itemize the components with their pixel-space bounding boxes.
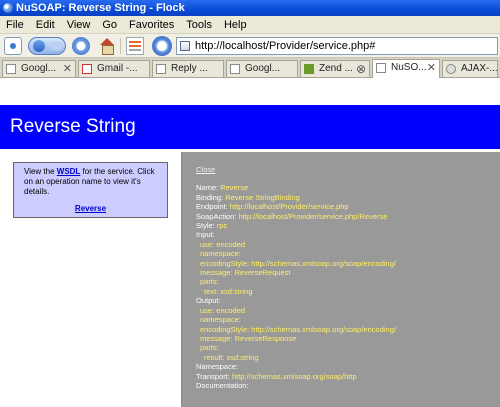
detail-soapaction: SoapAction: http://localhost/Provider/se… [196, 211, 388, 221]
operation-detail-panel: Close Name: Reverse Binding: Reverse Str… [181, 152, 500, 407]
detail-output-use: use: encoded [200, 305, 246, 315]
detail-output-encoding: encodingStyle: http://schemas.xmlsoap.or… [200, 324, 396, 334]
menu-file[interactable]: File [0, 16, 30, 34]
page-icon [446, 64, 456, 74]
page-icon [376, 63, 386, 73]
detail-documentation: Documentation: [196, 380, 249, 390]
tab-label: AJAX-... [461, 63, 498, 74]
detail-output-parts: parts: [200, 343, 219, 353]
tab-label: Googl... [245, 63, 281, 74]
menu-favorites[interactable]: Favorites [123, 16, 180, 34]
service-sidebar: View the WSDL for the service. Click on … [13, 162, 168, 218]
detail-output-namespace: namespace: [200, 315, 241, 325]
menu-view[interactable]: View [61, 16, 97, 34]
page-icon [156, 64, 166, 74]
zend-icon [304, 64, 314, 74]
wsdl-link[interactable]: WSDL [57, 167, 81, 176]
close-icon[interactable]: ✕ [63, 61, 72, 77]
detail-input-parts: parts: [200, 277, 219, 287]
address-bar[interactable]: http://localhost/Provider/service.php# [176, 37, 498, 55]
menu-edit[interactable]: Edit [30, 16, 61, 34]
detail-namespace: Namespace: [196, 362, 239, 372]
tab-reply[interactable]: Reply ... [152, 60, 224, 77]
navigation-toolbar: http://localhost/Provider/service.php# [0, 34, 500, 58]
menu-tools[interactable]: Tools [180, 16, 218, 34]
page-icon [230, 64, 240, 74]
tab-ajax[interactable]: AJAX-... [442, 60, 498, 77]
sidebar-text-before: View the [24, 167, 57, 176]
tab-zend[interactable]: Zend ... ⊗ [300, 60, 370, 77]
tab-label: Gmail -... [97, 63, 138, 74]
window-title: NuSOAP: Reverse String - Flock [16, 2, 185, 14]
page-icon [180, 41, 190, 51]
close-icon[interactable]: ⊗ [356, 61, 366, 77]
blog-editor-icon[interactable] [126, 37, 144, 55]
detail-input-encoding: encodingStyle: http://schemas.xmlsoap.or… [200, 258, 396, 268]
home-icon[interactable] [98, 37, 116, 55]
operation-reverse-link[interactable]: Reverse [24, 204, 157, 214]
page-icon [6, 64, 16, 74]
tab-bar: Googl... ✕ Gmail -... Reply ... Googl...… [0, 58, 500, 78]
detail-input-message: message: ReverseRequest [200, 268, 291, 278]
detail-input: Input: [196, 230, 215, 240]
tab-label: Googl... [21, 63, 57, 74]
detail-transport: Transport: http://schemas.xmlsoap.org/so… [196, 371, 357, 381]
close-link[interactable]: Close [196, 165, 486, 174]
page-content: Reverse String View the WSDL for the ser… [0, 79, 500, 407]
detail-endpoint: Endpoint: http://localhost/Provider/serv… [196, 202, 349, 212]
detail-input-part: text: xsd:string [204, 286, 253, 296]
tab-google-2[interactable]: Googl... [226, 60, 298, 77]
menu-help[interactable]: Help [218, 16, 253, 34]
flock-app-icon [3, 3, 13, 13]
detail-style: Style: rpc [196, 221, 228, 231]
menu-go[interactable]: Go [96, 16, 123, 34]
close-icon[interactable]: ✕ [427, 60, 436, 76]
detail-name: Name: Reverse [196, 183, 249, 193]
detail-input-namespace: namespace: [200, 249, 241, 259]
toolbar-separator [120, 38, 121, 54]
tab-gmail[interactable]: Gmail -... [78, 60, 150, 77]
tab-label: Zend ... [319, 63, 353, 74]
tab-nusoap[interactable]: NuSO... ✕ [372, 59, 440, 78]
address-url: http://localhost/Provider/service.php# [195, 40, 376, 52]
page-title: Reverse String [0, 105, 500, 149]
gmail-icon [82, 64, 92, 74]
reload-icon[interactable] [72, 37, 90, 55]
back-forward-icon[interactable] [28, 37, 66, 55]
star-favorite-icon[interactable] [152, 36, 172, 56]
tab-google-1[interactable]: Googl... ✕ [2, 60, 76, 77]
window-titlebar: NuSOAP: Reverse String - Flock [0, 0, 500, 16]
sidebar-toggle-icon[interactable] [4, 37, 22, 55]
detail-input-use: use: encoded [200, 239, 246, 249]
detail-output: Output: [196, 296, 221, 306]
detail-output-part: result: xsd:string [204, 352, 259, 362]
menu-bar: File Edit View Go Favorites Tools Help [0, 16, 500, 34]
tab-label: NuSO... [391, 62, 427, 73]
detail-output-message: message: ReverseResponse [200, 333, 297, 343]
tab-label: Reply ... [171, 63, 208, 74]
detail-binding: Binding: Reverse StringBinding [196, 192, 300, 202]
